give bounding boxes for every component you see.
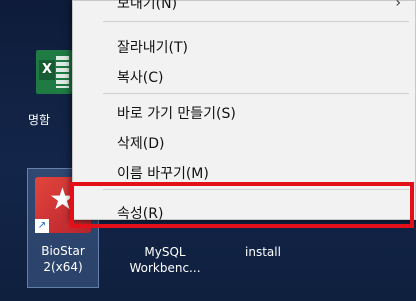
menu-separator — [103, 93, 409, 94]
menu-item-rename[interactable]: 이름 바꾸기(M) — [117, 163, 209, 183]
excel-file-icon[interactable]: X — [36, 50, 72, 94]
menu-separator — [103, 21, 409, 22]
menu-item-create-shortcut[interactable]: 바로 가기 만들기(S) — [117, 103, 236, 123]
menu-separator — [103, 189, 409, 190]
menu-item-cut[interactable]: 잘라내기(T) — [117, 37, 188, 57]
desktop-icon-label: BioStar 2(x64) — [41, 244, 85, 274]
menu-item-delete[interactable]: 삭제(D) — [117, 133, 164, 153]
desktop-icon-label[interactable]: install — [236, 244, 290, 260]
shortcut-arrow-icon: ↗ — [35, 219, 49, 233]
chevron-right-icon: › — [395, 0, 401, 11]
desktop-icon-label[interactable]: MySQL Workbenc... — [120, 244, 210, 276]
menu-item-send-to[interactable]: 보내기(N) — [117, 0, 177, 13]
menu-item-copy[interactable]: 복사(C) — [117, 67, 163, 87]
context-menu: 보내기(N) › 잘라내기(T) 복사(C) 바로 가기 만들기(S) 삭제(D… — [72, 0, 416, 223]
menu-item-properties[interactable]: 속성(R) — [117, 203, 163, 223]
desktop-icon-label[interactable]: 명함 — [28, 112, 78, 128]
